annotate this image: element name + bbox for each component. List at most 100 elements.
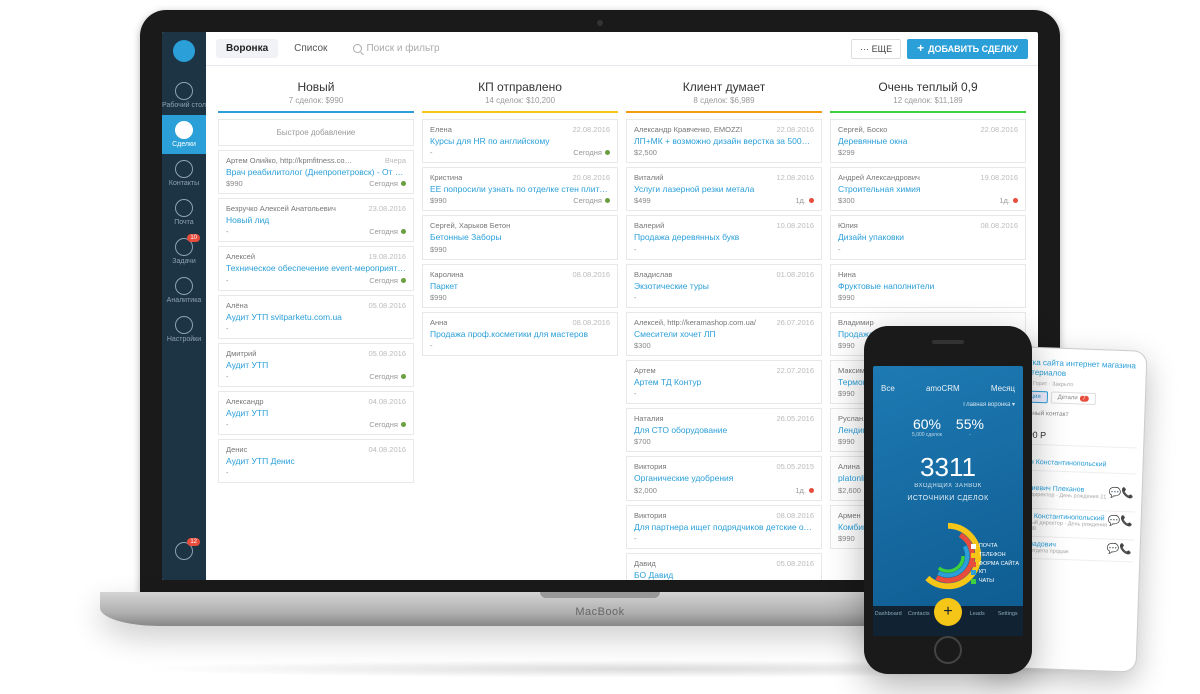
add-deal-button[interactable]: ДОБАВИТЬ СДЕЛКУ (907, 39, 1028, 59)
column-title: Очень теплый 0,9 (830, 80, 1026, 94)
call-icon[interactable]: 📞 (1119, 544, 1132, 555)
deal-card[interactable]: Александр Кравченко, EMOZZI22.08.2016 ЛП… (626, 119, 822, 163)
deal-card[interactable]: Юлия08.08.2016 Дизайн упаковки - (830, 215, 1026, 259)
card-date: 20.08.2016 (572, 173, 610, 182)
card-contact: Валерий (634, 221, 664, 230)
deal-card[interactable]: Артем22.07.2016 Артем ТД Контур - (626, 360, 822, 404)
tab-dashboard[interactable]: Dashboard (873, 606, 904, 636)
tab-settings[interactable]: Settings (993, 606, 1024, 636)
sidebar-item-mail[interactable]: Почта (162, 193, 206, 232)
column-title: КП отправлено (422, 80, 618, 94)
deal-card[interactable]: Кристина20.08.2016 ЕЕ попросили узнать п… (422, 167, 618, 211)
card-price: - (634, 534, 637, 543)
topbar: Воронка Список Поиск и фильтр ··· ЕЩЕ ДО… (206, 32, 1038, 66)
funnel-dropdown[interactable]: Главная воронка (963, 402, 1010, 408)
card-price: $700 (634, 437, 651, 446)
deal-card[interactable]: Виталий12.08.2016 Услуги лазерной резки … (626, 167, 822, 211)
card-price: - (838, 245, 841, 254)
card-contact: Сергей, Боско (838, 125, 887, 134)
sidebar-item-tasks[interactable]: 10Задачи (162, 232, 206, 271)
column-subtitle: 7 сделок: $990 (218, 96, 414, 105)
sidebar-item-contacts[interactable]: Контакты (162, 154, 206, 193)
deal-card[interactable]: Владислав01.08.2016 Экзотические туры - (626, 264, 822, 308)
card-price: $990 (430, 245, 447, 254)
analytics-icon (175, 277, 193, 295)
card-title: ЕЕ попросили узнать по отделке стен плит… (430, 184, 610, 194)
deal-card[interactable]: Андрей Александрович19.08.2016 Строитель… (830, 167, 1026, 211)
deal-card[interactable]: Алексей19.08.2016 Техническое обеспечени… (218, 246, 414, 290)
card-title: Аудит УТП (226, 360, 406, 370)
deal-card[interactable]: Анна08.08.2016 Продажа проф.косметики дл… (422, 312, 618, 356)
deal-card[interactable]: Давид05.08.2016 БО Давид - (626, 553, 822, 580)
card-status: Сегодня (369, 420, 406, 429)
sidebar-item-deals[interactable]: Сделки (162, 115, 206, 154)
card-status: Сегодня (369, 179, 406, 188)
search-input[interactable]: Поиск и фильтр (343, 43, 845, 54)
phone-filter-button[interactable]: Месяц (991, 384, 1015, 393)
laptop-brand: MacBook (575, 606, 624, 618)
card-date: 05.08.2016 (776, 559, 814, 568)
card-price: $990 (838, 341, 855, 350)
card-price: $300 (838, 196, 855, 205)
deal-card[interactable]: Виктория05.05.2015 Органические удобрени… (626, 456, 822, 500)
stat-pct-1: 60% (912, 416, 942, 432)
tab-add-button[interactable]: + (934, 598, 962, 626)
tab-leads[interactable]: Leads (962, 606, 993, 636)
card-contact: Владислав (634, 270, 672, 279)
deal-card[interactable]: Сергей, Харьков Бетон Бетонные Заборы $9… (422, 215, 618, 259)
more-button[interactable]: ··· ЕЩЕ (851, 39, 901, 59)
card-date: 08.08.2016 (776, 511, 814, 520)
chat-icon[interactable]: 💬 (1107, 544, 1120, 555)
card-contact: Каролина (430, 270, 464, 279)
deal-card[interactable]: Наталия26.05.2016 Для СТО оборудование $… (626, 408, 822, 452)
deal-card[interactable]: Дмитрий05.08.2016 Аудит УТП -Сегодня (218, 343, 414, 387)
card-title: Для партнера ищет подрядчиков детские од… (634, 522, 814, 532)
card-status: Сегодня (369, 276, 406, 285)
tab-details[interactable]: Детали 7 (1050, 392, 1095, 406)
deal-card[interactable]: Артем Олийко, http://kpmfitness.com.ua/В… (218, 150, 414, 194)
card-contact: Артем (634, 366, 656, 375)
app-logo-icon[interactable] (173, 40, 195, 62)
chat-icon[interactable]: 💬 (1108, 488, 1121, 499)
sidebar-item-settings[interactable]: Настройки (162, 310, 206, 349)
column-header: Очень теплый 0,9 12 сделок: $11,189 (830, 80, 1026, 113)
tab-contacts[interactable]: Contacts (904, 606, 935, 636)
deal-card[interactable]: Виктория08.08.2016 Для партнера ищет под… (626, 505, 822, 549)
sidebar-item-desktop[interactable]: Рабочий стол (162, 76, 206, 115)
card-title: Фруктовые наполнители (838, 281, 1018, 291)
deal-card[interactable]: Нина Фруктовые наполнители $990 (830, 264, 1026, 308)
view-tab-funnel[interactable]: Воронка (216, 39, 278, 58)
call-icon[interactable]: 📞 (1121, 488, 1134, 499)
sidebar-notifications[interactable]: 12 (162, 536, 206, 568)
card-status: 1д. (795, 486, 814, 495)
deal-card[interactable]: Александр04.08.2016 Аудит УТП -Сегодня (218, 391, 414, 435)
deal-card[interactable]: Елена22.08.2016 Курсы для HR по английск… (422, 119, 618, 163)
card-contact: Юлия (838, 221, 858, 230)
card-price: $499 (634, 196, 651, 205)
view-tab-list[interactable]: Список (284, 39, 337, 58)
quick-add-button[interactable]: Быстрое добавление (218, 119, 414, 146)
card-contact: Сергей, Харьков Бетон (430, 221, 510, 230)
card-price: $990 (838, 389, 855, 398)
deal-card[interactable]: Безручко Алексей Анатольевич23.08.2016 Н… (218, 198, 414, 242)
deal-card[interactable]: Валерий10.08.2016 Продажа деревянных бук… (626, 215, 822, 259)
tasks-badge: 10 (187, 234, 200, 242)
column-subtitle: 12 сделок: $11,189 (830, 96, 1026, 105)
column-title: Новый (218, 80, 414, 94)
card-title: Паркет (430, 281, 610, 291)
call-icon[interactable]: 📞 (1120, 516, 1133, 527)
phone-all-label[interactable]: Все (881, 384, 895, 393)
card-date: 08.08.2016 (572, 270, 610, 279)
deal-card[interactable]: Алёна05.08.2016 Аудит УТП svitparketu.co… (218, 295, 414, 339)
deal-card[interactable]: Сергей, Боско22.08.2016 Деревянные окна … (830, 119, 1026, 163)
deal-card[interactable]: Каролина08.08.2016 Паркет $990 (422, 264, 618, 308)
chat-icon[interactable]: 💬 (1108, 516, 1121, 527)
deal-card[interactable]: Алексей, http://keramashop.com.ua/26.07.… (626, 312, 822, 356)
card-date: 05.08.2016 (368, 301, 406, 310)
card-date: 05.08.2016 (368, 349, 406, 358)
card-date: 22.08.2016 (776, 125, 814, 134)
card-date: 12.08.2016 (776, 173, 814, 182)
sidebar-item-analytics[interactable]: Аналитика (162, 271, 206, 310)
deal-card[interactable]: Денис04.08.2016 Аудит УТП Денис - (218, 439, 414, 483)
card-contact: Наталия (634, 414, 664, 423)
